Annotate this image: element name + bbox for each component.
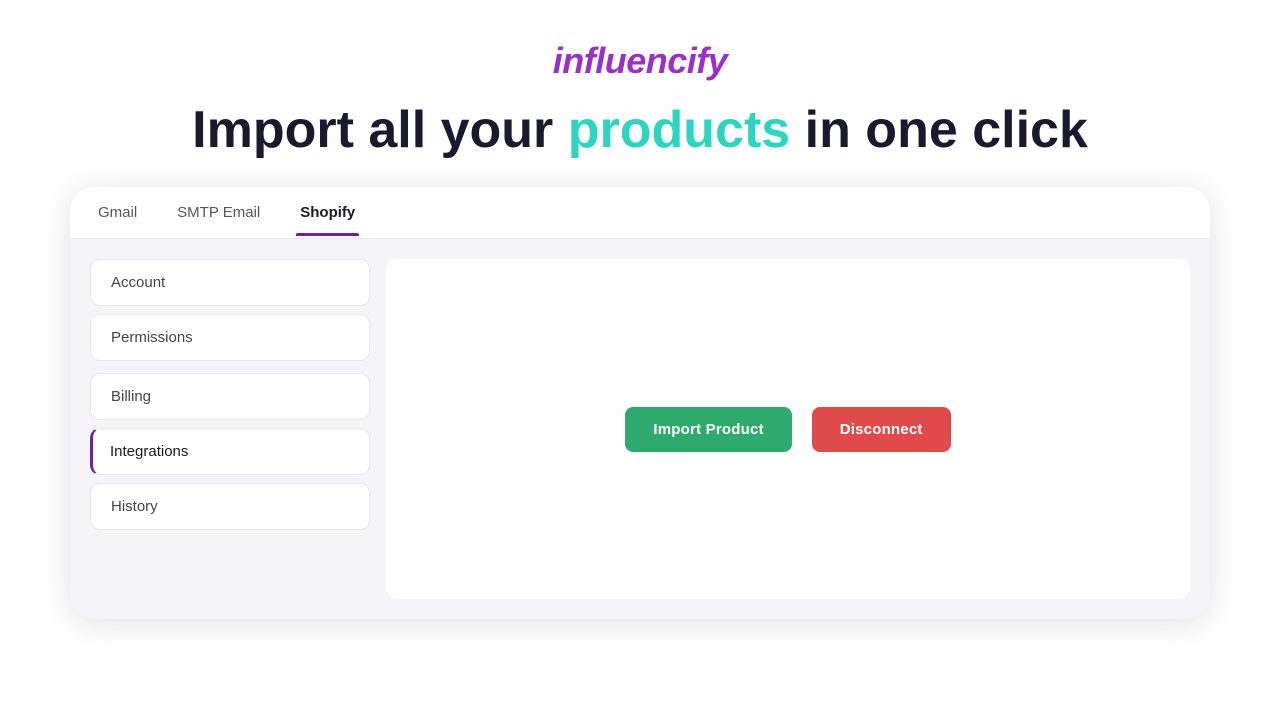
sidebar: Account Permissions Billing Integrations… <box>90 259 370 599</box>
tab-gmail[interactable]: Gmail <box>94 190 141 235</box>
headline: Import all your products in one click <box>192 102 1088 159</box>
sidebar-item-account[interactable]: Account <box>90 259 370 306</box>
sidebar-item-integrations[interactable]: Integrations <box>90 428 370 475</box>
disconnect-button[interactable]: Disconnect <box>812 407 951 452</box>
logo-container: influencify <box>553 40 728 82</box>
main-panel: Import Product Disconnect <box>386 259 1190 599</box>
tabs-bar: Gmail SMTP Email Shopify <box>70 187 1210 239</box>
import-product-button[interactable]: Import Product <box>625 407 791 452</box>
sidebar-item-permissions[interactable]: Permissions <box>90 314 370 361</box>
tab-smtp-email[interactable]: SMTP Email <box>173 190 264 235</box>
sidebar-item-billing[interactable]: Billing <box>90 373 370 420</box>
headline-suffix: in one click <box>790 101 1088 159</box>
logo: influencify <box>553 40 728 81</box>
sidebar-item-history[interactable]: History <box>90 483 370 530</box>
content-area: Account Permissions Billing Integrations… <box>70 239 1210 619</box>
sidebar-group-top: Account Permissions <box>90 259 370 361</box>
headline-prefix: Import all your <box>192 101 568 159</box>
main-card: Gmail SMTP Email Shopify Account Permiss… <box>70 187 1210 619</box>
headline-highlight: products <box>568 101 790 159</box>
tab-shopify[interactable]: Shopify <box>296 190 359 235</box>
